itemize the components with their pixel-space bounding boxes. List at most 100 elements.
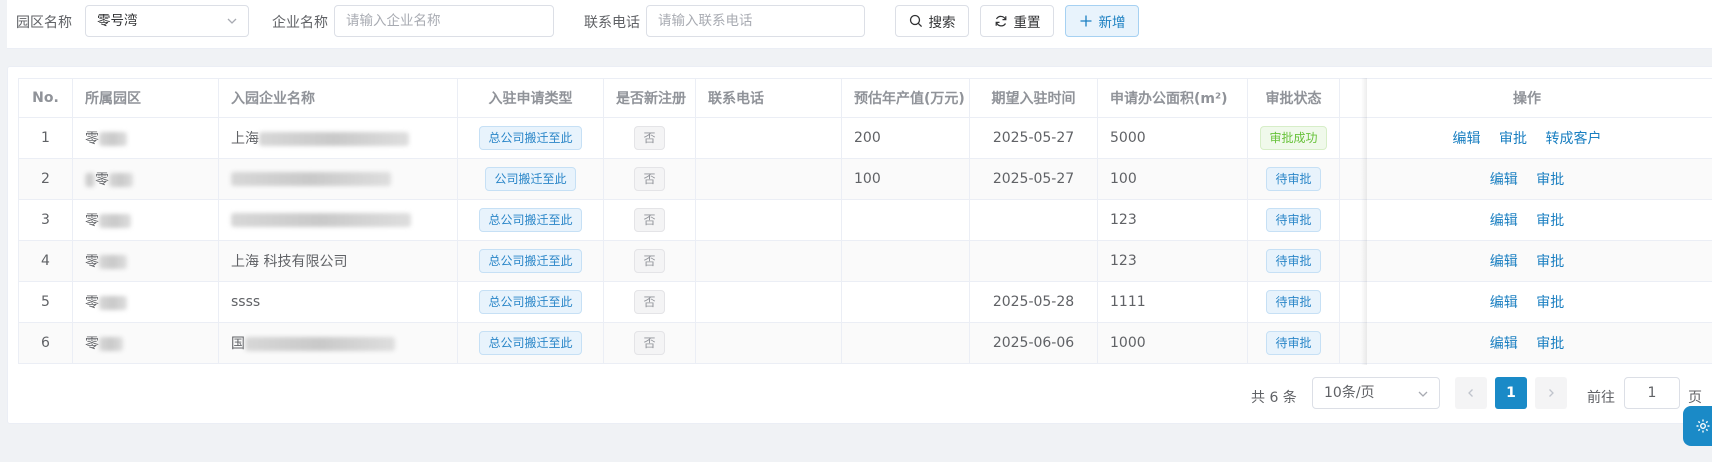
goto-page-input[interactable]: 1 xyxy=(1624,377,1680,409)
cell-area: 123 xyxy=(1097,199,1248,241)
cell-area: 1111 xyxy=(1097,281,1248,323)
convert-customer-link[interactable]: 转成客户 xyxy=(1545,131,1601,147)
park-select[interactable]: 零号湾 xyxy=(85,5,249,37)
col-header-output: 预估年产值(万元) xyxy=(841,78,970,118)
cell-no: 3 xyxy=(18,199,73,241)
company-input[interactable]: 请输入企业名称 xyxy=(334,5,554,37)
cell-company-text: 国 xyxy=(231,336,245,352)
reset-button-label: 重置 xyxy=(1013,15,1041,31)
cell-new-reg: 否 xyxy=(603,240,696,282)
cell-status: 待审批 xyxy=(1247,281,1340,323)
table-row: 1 零 上海 总公司搬迁至此 否 200 2025-05-27 5000 审批成… xyxy=(18,117,1712,159)
reset-button[interactable]: 重置 xyxy=(980,5,1054,37)
col-header-area: 申请办公面积(m²) xyxy=(1097,78,1248,118)
page-suffix-label: 页 xyxy=(1688,390,1702,406)
page-size-select[interactable]: 10条/页 xyxy=(1312,377,1440,409)
edit-link[interactable]: 编辑 xyxy=(1453,131,1481,147)
gear-icon xyxy=(1696,419,1710,433)
edit-link[interactable]: 编辑 xyxy=(1490,295,1518,311)
approve-link[interactable]: 审批 xyxy=(1536,295,1564,311)
cell-park: 零 xyxy=(72,240,219,282)
col-header-type: 入驻申请类型 xyxy=(457,78,604,118)
new-reg-tag: 否 xyxy=(634,249,665,273)
cell-type: 总公司搬迁至此 xyxy=(457,117,604,159)
col-header-status: 审批状态 xyxy=(1247,78,1340,118)
cell-no: 5 xyxy=(18,281,73,323)
search-button[interactable]: 搜索 xyxy=(895,5,969,37)
type-tag: 总公司搬迁至此 xyxy=(479,290,582,314)
cell-phone xyxy=(695,322,842,364)
approve-link[interactable]: 审批 xyxy=(1536,336,1564,352)
cell-status: 待审批 xyxy=(1247,158,1340,200)
cell-phone xyxy=(695,158,842,200)
col-header-no: No. xyxy=(18,78,73,118)
approve-link[interactable]: 审批 xyxy=(1536,172,1564,188)
cell-phone xyxy=(695,240,842,282)
cell-park-text: 零 xyxy=(85,254,99,270)
refresh-icon xyxy=(995,15,1006,27)
new-reg-tag: 否 xyxy=(634,126,665,150)
approve-link[interactable]: 审批 xyxy=(1499,131,1527,147)
status-badge: 待审批 xyxy=(1266,167,1321,191)
col-header-date: 期望入驻时间 xyxy=(969,78,1098,118)
table-row: 3 零 总公司搬迁至此 否 123 待审批 编辑 审批 xyxy=(18,199,1712,241)
cell-area: 5000 xyxy=(1097,117,1248,159)
cell-new-reg: 否 xyxy=(603,322,696,364)
cell-no: 2 xyxy=(18,158,73,200)
status-badge: 审批成功 xyxy=(1260,126,1327,150)
cell-type: 总公司搬迁至此 xyxy=(457,322,604,364)
cell-status: 待审批 xyxy=(1247,240,1340,282)
type-tag: 公司搬迁至此 xyxy=(485,167,576,191)
settings-button[interactable] xyxy=(1683,406,1712,446)
cell-park: 零 xyxy=(72,281,219,323)
page-number-current[interactable]: 1 xyxy=(1495,377,1527,409)
pagination-total: 共 6 条 xyxy=(1251,390,1297,406)
col-header-park: 所属园区 xyxy=(72,78,219,118)
cell-status: 待审批 xyxy=(1247,199,1340,241)
phone-label: 联系电话 xyxy=(584,15,640,31)
cell-no: 4 xyxy=(18,240,73,282)
table-header-row: No. 所属园区 入园企业名称 入驻申请类型 是否新注册 联系电话 预估年产值(… xyxy=(18,78,1712,118)
cell-park-text: 零 xyxy=(95,172,109,188)
search-button-label: 搜索 xyxy=(928,15,956,31)
cell-park-text: 零 xyxy=(85,295,99,311)
approve-link[interactable]: 审批 xyxy=(1536,213,1564,229)
cell-park: 零 xyxy=(72,199,219,241)
cell-company-text: 上海 xyxy=(231,131,259,147)
cell-new-reg: 否 xyxy=(603,281,696,323)
approve-link[interactable]: 审批 xyxy=(1536,254,1564,270)
cell-date: 2025-05-27 xyxy=(969,117,1098,159)
edit-link[interactable]: 编辑 xyxy=(1490,336,1518,352)
edit-link[interactable]: 编辑 xyxy=(1490,213,1518,229)
cell-company: 上海 xyxy=(218,117,458,159)
cell-date: 2025-06-06 xyxy=(969,322,1098,364)
cell-park-text: 零 xyxy=(85,336,99,352)
edit-link[interactable]: 编辑 xyxy=(1490,254,1518,270)
add-button[interactable]: 新增 xyxy=(1065,5,1139,37)
cell-type: 公司搬迁至此 xyxy=(457,158,604,200)
cell-new-reg: 否 xyxy=(603,158,696,200)
new-reg-tag: 否 xyxy=(634,331,665,355)
cell-actions: 编辑 审批 转成客户 xyxy=(1339,117,1712,159)
cell-actions: 编辑 审批 xyxy=(1339,240,1712,282)
type-tag: 总公司搬迁至此 xyxy=(479,126,582,150)
phone-input[interactable]: 请输入联系电话 xyxy=(646,5,865,37)
cell-park: 零 xyxy=(72,117,219,159)
type-tag: 总公司搬迁至此 xyxy=(479,331,582,355)
table-row: 4 零 上海 科技有限公司 总公司搬迁至此 否 123 待审批 编辑 审批 xyxy=(18,240,1712,282)
col-header-actions: 操作 xyxy=(1339,78,1712,118)
cell-area: 123 xyxy=(1097,240,1248,282)
type-tag: 总公司搬迁至此 xyxy=(479,249,582,273)
filter-bar: 园区名称 零号湾 企业名称 请输入企业名称 联系电话 请输入联系电话 搜索 重置… xyxy=(7,0,1712,49)
col-header-new-reg: 是否新注册 xyxy=(603,78,696,118)
chevron-down-icon xyxy=(1418,391,1428,397)
next-page-button[interactable] xyxy=(1535,377,1567,409)
cell-company: 国 xyxy=(218,322,458,364)
table-row: 5 零 ssss 总公司搬迁至此 否 2025-05-28 1111 待审批 编… xyxy=(18,281,1712,323)
edit-link[interactable]: 编辑 xyxy=(1490,172,1518,188)
cell-type: 总公司搬迁至此 xyxy=(457,240,604,282)
cell-status: 审批成功 xyxy=(1247,117,1340,159)
prev-page-button[interactable] xyxy=(1455,377,1487,409)
status-badge: 待审批 xyxy=(1266,208,1321,232)
cell-date: 2025-05-28 xyxy=(969,281,1098,323)
